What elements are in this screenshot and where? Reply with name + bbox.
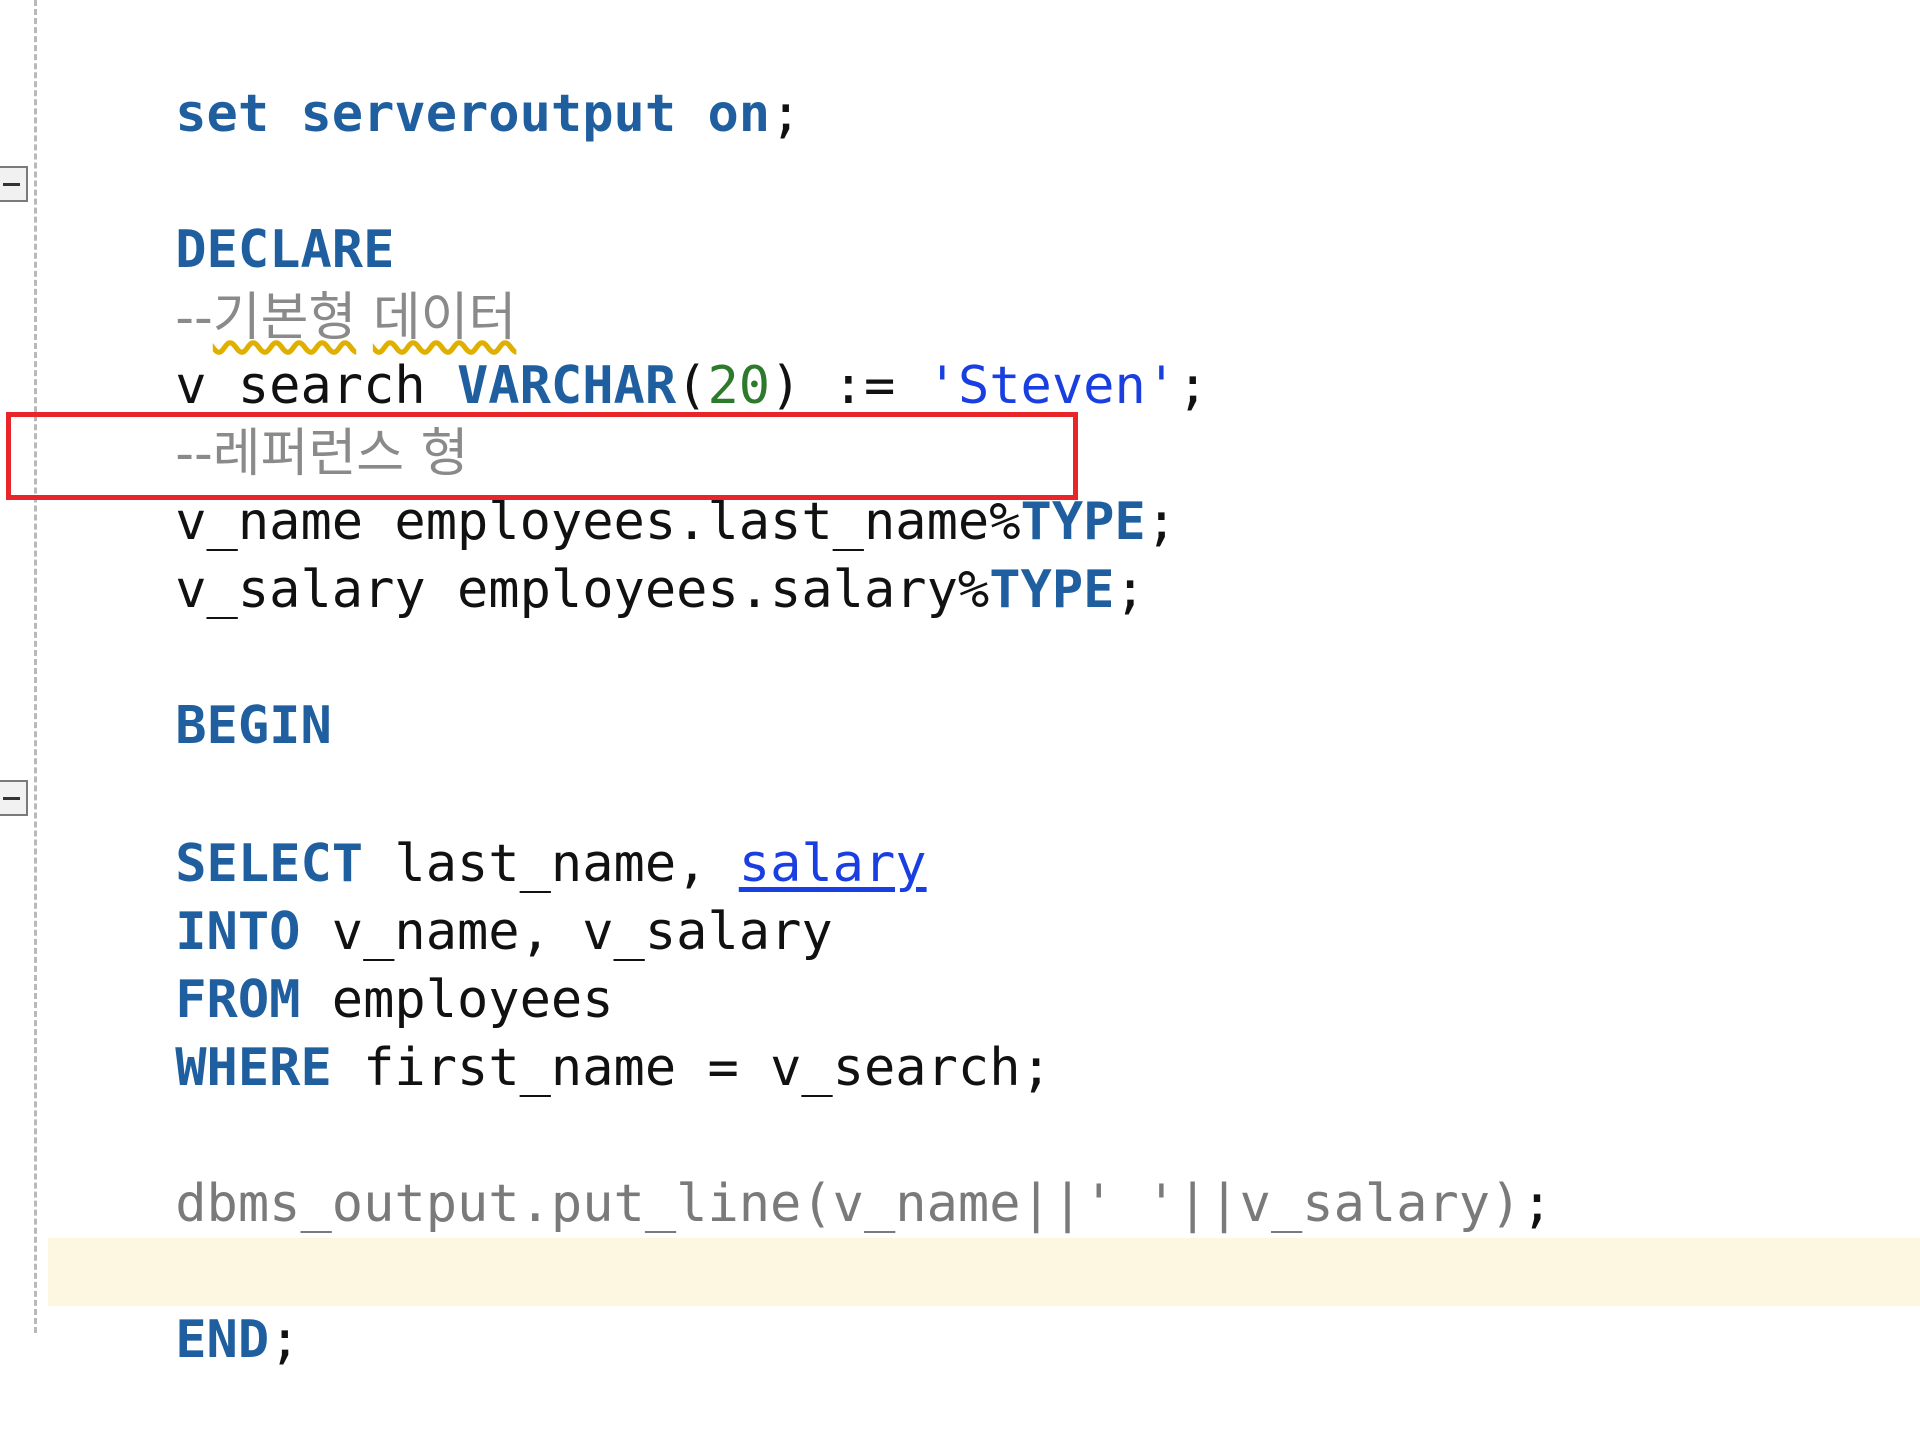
code-line-where: WHERE first_name = v_search; [50, 966, 1052, 1098]
keyword: on [707, 84, 771, 144]
code-line-select: SELECT last_name, salary [50, 762, 926, 894]
semicolon: ; [1521, 1174, 1553, 1234]
string-literal: 'Steven' [926, 356, 1178, 416]
keyword: VARCHAR [457, 356, 677, 416]
keyword: BEGIN [175, 696, 332, 756]
identifier: dbms_output.put_line(v_name||' '||v_sala… [175, 1174, 1522, 1234]
keyword: serveroutput [300, 84, 677, 144]
identifier: v_salary employees.salary% [175, 560, 990, 620]
fold-collapse-icon[interactable] [0, 166, 28, 202]
semicolon: ; [1177, 356, 1209, 416]
number-literal: 20 [707, 356, 771, 416]
gutter-guide [34, 0, 37, 1333]
code-line-comment-basic-type: --기본형 데이터 [50, 216, 516, 348]
code-line-end: END; [50, 1238, 300, 1370]
code-editor[interactable]: set serveroutput on; DECLARE --기본형 데이터 v… [0, 0, 1920, 1370]
code-line-v-search: v_search VARCHAR(20) := 'Steven'; [50, 284, 1208, 416]
code-line-comment-reference-type: --레퍼런스 형 [50, 352, 468, 484]
semicolon: ; [1145, 492, 1178, 552]
current-line-highlight [48, 1238, 1920, 1306]
code-line-into: INTO v_name, v_salary [50, 830, 832, 962]
fold-collapse-icon[interactable] [0, 780, 28, 816]
code-line-dbms-output: dbms_output.put_line(v_name||' '||v_sala… [50, 1102, 1553, 1234]
keyword: set [175, 84, 270, 144]
identifier: first_name = v_search; [331, 1038, 1052, 1098]
keyword: TYPE [989, 560, 1115, 620]
highlight-box [6, 412, 1078, 500]
semicolon: ; [1114, 560, 1146, 620]
keyword: WHERE [175, 1038, 332, 1098]
assign: ) := [770, 356, 927, 416]
keyword: END [175, 1310, 270, 1370]
code-line-from: FROM employees [50, 898, 613, 1030]
semicolon: ; [770, 84, 802, 144]
semicolon: ; [269, 1310, 301, 1370]
code-line-begin: BEGIN [50, 624, 332, 756]
code-line-set-serveroutput: set serveroutput on; [50, 12, 801, 144]
code-line-declare: DECLARE [50, 148, 394, 280]
paren: ( [676, 356, 708, 416]
